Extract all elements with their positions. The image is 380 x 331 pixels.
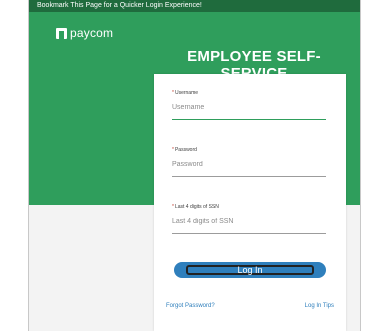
bookmark-notice: Bookmark This Page for a Quicker Login E… xyxy=(29,0,360,12)
log-in-button[interactable]: Log In xyxy=(174,262,326,278)
login-card: *Username *Password *Last 4 digits of SS… xyxy=(154,74,346,331)
username-field: *Username xyxy=(172,90,326,120)
password-field: *Password xyxy=(172,147,326,177)
paycom-logo-icon xyxy=(56,27,67,39)
browser-viewport: Bookmark This Page for a Quicker Login E… xyxy=(28,0,361,331)
required-marker: * xyxy=(172,90,174,96)
paycom-logo: paycom xyxy=(56,26,113,40)
password-label: *Password xyxy=(172,147,197,153)
username-label: *Username xyxy=(172,90,199,96)
ssn-field: *Last 4 digits of SSN xyxy=(172,204,326,234)
log-in-tips-link[interactable]: Log In Tips xyxy=(305,303,334,309)
required-marker: * xyxy=(172,147,174,153)
paycom-logo-text: paycom xyxy=(70,26,114,40)
log-in-label: Log In xyxy=(237,265,263,275)
ssn-input[interactable] xyxy=(172,218,326,234)
required-marker: * xyxy=(172,204,174,210)
ssn-label: *Last 4 digits of SSN xyxy=(172,204,219,210)
username-input[interactable] xyxy=(172,104,326,120)
password-input[interactable] xyxy=(172,161,326,177)
forgot-password-link[interactable]: Forgot Password? xyxy=(166,303,215,309)
